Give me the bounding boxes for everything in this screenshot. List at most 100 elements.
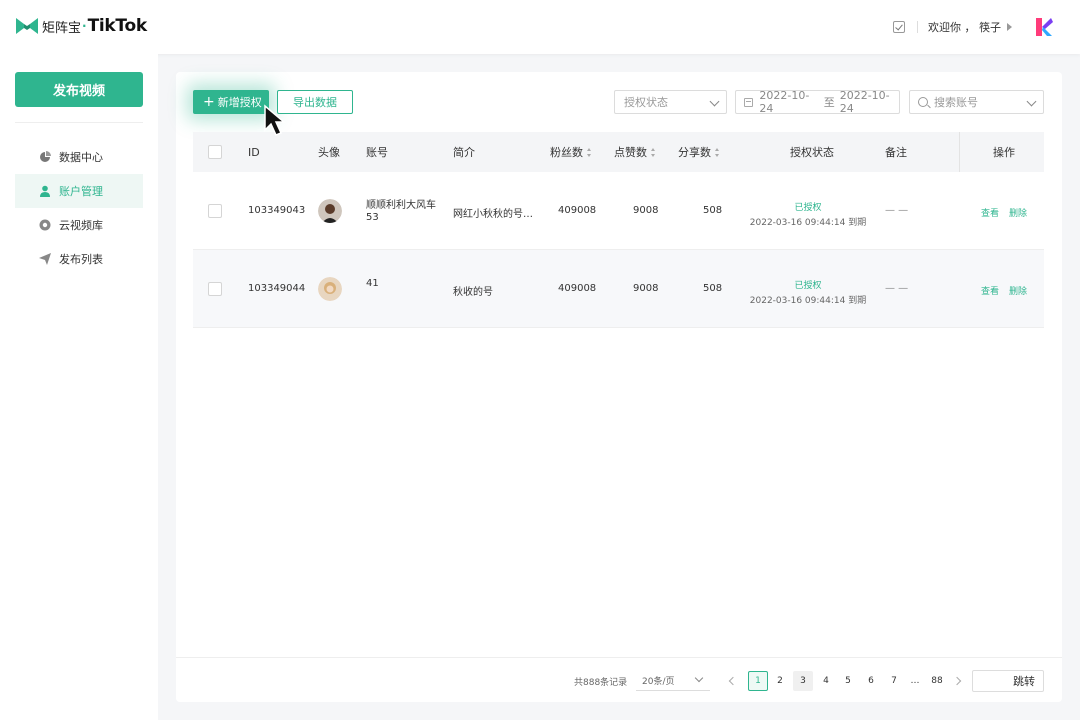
top-header: 矩阵宝 · TikTok 欢迎你 ， 筷子 (0, 0, 1080, 54)
header-divider (917, 21, 918, 33)
logo-text-cn: 矩阵宝 (42, 20, 82, 36)
col-shares-label: 分享数 (678, 146, 711, 159)
row-checkbox[interactable] (208, 204, 222, 218)
prev-page-icon[interactable] (728, 676, 738, 686)
row-remark: — — (885, 205, 909, 216)
sidebar-item-account-management[interactable]: 账户管理 (15, 174, 143, 208)
row-account-suffix: 53 (366, 212, 379, 223)
date-to: 2022-10-24 (839, 89, 890, 115)
view-link[interactable]: 查看 (981, 206, 999, 219)
sidebar-item-label: 数据中心 (59, 151, 103, 164)
page-1[interactable]: 1 (748, 671, 768, 691)
brand-mark-icon (16, 18, 38, 34)
col-shares[interactable]: 分享数 (678, 132, 720, 172)
select-all-checkbox[interactable] (208, 145, 222, 159)
col-fans-label: 粉丝数 (550, 146, 583, 159)
sidebar-item-cloud-video[interactable]: 云视频库 (15, 208, 143, 242)
column-divider (959, 132, 960, 172)
logo-dot: · (82, 19, 87, 33)
status-badge: 已授权 (794, 203, 822, 213)
sidebar-item-publish-list[interactable]: 发布列表 (15, 242, 143, 276)
jump-label: 跳转 (1013, 675, 1035, 688)
welcome-text[interactable]: 欢迎你 ， 筷子 (928, 19, 1001, 35)
chevron-down-icon (709, 96, 720, 107)
send-icon (39, 253, 51, 265)
col-fans[interactable]: 粉丝数 (550, 132, 592, 172)
search-placeholder: 搜索账号 (934, 96, 978, 109)
row-fans: 409008 (558, 283, 597, 294)
user-avatar-logo-icon[interactable] (1034, 17, 1054, 37)
table-row: 103349044 41 秋收的号 409008 9008 508 已授权 20… (193, 250, 1044, 328)
page-last[interactable]: 88 (927, 671, 947, 691)
publish-video-button[interactable]: 发布视频 (15, 72, 143, 107)
page-3[interactable]: 3 (793, 671, 813, 691)
page-6[interactable]: 6 (861, 671, 881, 691)
row-account-name: 顺顺利利大风车 (366, 200, 436, 211)
date-separator: 至 (823, 96, 835, 109)
total-records: 共888条记录 (574, 678, 628, 688)
page-size-select[interactable]: 20条/页 (636, 671, 710, 691)
user-icon (40, 185, 50, 197)
table-header: ID 头像 账号 简介 粉丝数 点赞数 分享数 授权状态 备注 操作 (193, 132, 1044, 172)
sort-icon (587, 147, 592, 157)
table-row: 103349043 顺顺利利大风车 53 网红小秋秋的号… 409008 900… (193, 172, 1044, 250)
pagination-bar: 共888条记录 20条/页 1 2 3 4 5 6 7 … 88 跳转 (176, 657, 1062, 702)
row-intro: 网红小秋秋的号… (453, 209, 533, 220)
plus-icon: + (203, 94, 215, 110)
export-data-button[interactable]: 导出数据 (277, 90, 353, 114)
auth-status-placeholder: 授权状态 (624, 96, 668, 109)
col-ops: 操作 (993, 146, 1015, 159)
sort-icon (715, 147, 720, 157)
row-checkbox[interactable] (208, 282, 222, 296)
delete-link[interactable]: 删除 (1009, 206, 1027, 219)
col-likes-label: 点赞数 (614, 146, 647, 159)
sidebar-divider (15, 122, 143, 123)
page-size-value: 20条/页 (642, 677, 675, 687)
main-card: + 新增授权 导出数据 授权状态 2022-10-24 至 2022-10-24… (176, 72, 1062, 702)
add-authorization-label: 新增授权 (217, 96, 262, 109)
sidebar-item-data-center[interactable]: 数据中心 (15, 140, 143, 174)
row-shares: 508 (703, 205, 723, 216)
row-id: 103349044 (248, 283, 306, 294)
row-expire-time: 2022-03-16 09:44:14 到期 (749, 218, 867, 228)
status-badge: 已授权 (794, 281, 822, 291)
page-7[interactable]: 7 (884, 671, 904, 691)
delete-link[interactable]: 删除 (1009, 284, 1027, 297)
header-user-area: 欢迎你 ， 筷子 (893, 14, 1054, 40)
row-likes: 9008 (633, 283, 659, 294)
app-logo[interactable]: 矩阵宝 · TikTok (16, 16, 147, 36)
col-id: ID (248, 145, 260, 159)
page-4[interactable]: 4 (816, 671, 836, 691)
chevron-down-icon (1026, 96, 1037, 107)
row-account-name: 41 (366, 278, 379, 289)
col-likes[interactable]: 点赞数 (614, 132, 656, 172)
page-ellipsis[interactable]: … (905, 671, 925, 691)
date-from: 2022-10-24 (759, 89, 810, 115)
search-icon (918, 97, 928, 107)
avatar (318, 277, 342, 301)
calendar-icon (744, 97, 754, 107)
row-id: 103349043 (248, 205, 306, 216)
view-link[interactable]: 查看 (981, 284, 999, 297)
row-expire-time: 2022-03-16 09:44:14 到期 (749, 296, 867, 306)
sidebar-item-label: 账户管理 (59, 185, 103, 198)
task-check-icon[interactable] (893, 21, 905, 33)
col-auth-status: 授权状态 (790, 146, 834, 159)
account-search-input[interactable]: 搜索账号 (909, 90, 1044, 114)
row-remark: — — (885, 283, 909, 294)
add-authorization-button[interactable]: + 新增授权 (193, 90, 269, 114)
date-range-picker[interactable]: 2022-10-24 至 2022-10-24 (735, 89, 900, 115)
row-shares: 508 (703, 283, 723, 294)
user-menu-caret-icon[interactable] (1007, 23, 1012, 31)
col-avatar: 头像 (318, 146, 340, 159)
col-account: 账号 (366, 146, 388, 159)
page-5[interactable]: 5 (838, 671, 858, 691)
sidebar-item-label: 云视频库 (59, 219, 103, 232)
row-likes: 9008 (633, 205, 659, 216)
next-page-icon[interactable] (952, 676, 962, 686)
cloud-video-icon (39, 219, 51, 231)
page-2[interactable]: 2 (770, 671, 790, 691)
auth-status-select[interactable]: 授权状态 (614, 90, 727, 114)
avatar (318, 199, 342, 223)
jump-to-page-input[interactable]: 跳转 (972, 670, 1044, 692)
